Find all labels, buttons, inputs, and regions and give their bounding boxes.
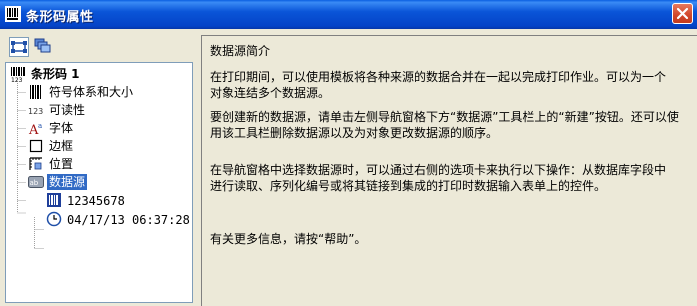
help-line: 要创建新的数据源，请单击左侧导航窗格下方“数据源”工具栏上的“新建”按钮。还可以… xyxy=(210,110,679,124)
data-source-abc-icon: ab xyxy=(28,176,44,188)
tree-item-label: 数据源 xyxy=(47,174,88,190)
close-button[interactable] xyxy=(672,3,693,24)
barcode-app-icon xyxy=(5,6,21,22)
help-line: 在打印期间，可以使用模板将各种来源的数据合并在一起以完成打印作业。可以为一个 xyxy=(210,70,667,84)
help-paragraph: 有关更多信息，请按“帮助”。 xyxy=(210,231,680,247)
tree-item-label: 字体 xyxy=(49,121,74,135)
window-title: 条形码属性 xyxy=(26,10,94,25)
font-icon: A a xyxy=(28,122,42,136)
help-pane: 数据源简介 在打印期间，可以使用模板将各种来源的数据合并在一起以完成打印作业。可… xyxy=(201,35,697,306)
view-toolbar xyxy=(5,35,193,61)
barcode-properties-dialog: 条形码属性 123 条形码 1 符号体系和大小 123 可读性 A a 字体 边… xyxy=(0,0,697,306)
svg-text:ab: ab xyxy=(30,179,39,187)
barcode-bars-icon xyxy=(30,85,41,99)
tree-item-label: 符号体系和大小 xyxy=(49,85,134,99)
help-paragraph: 在导航窗格中选择数据源时，可以通过右侧的选项卡来执行以下操作：从数据库字段中 进… xyxy=(210,162,680,194)
layers-view-button[interactable] xyxy=(33,37,53,57)
svg-text:123: 123 xyxy=(28,107,43,116)
help-line: 用该工具栏删除数据源以及为对象更改数据源的顺序。 xyxy=(210,126,499,140)
help-line: 对象连结多个数据源。 xyxy=(210,86,331,100)
help-paragraph: 在打印期间，可以使用模板将各种来源的数据合并在一起以完成打印作业。可以为一个 对… xyxy=(210,69,680,101)
help-title: 数据源简介 xyxy=(210,44,271,58)
object-tree[interactable]: 123 条形码 1 符号体系和大小 123 可读性 A a 字体 边框 位置 a… xyxy=(5,62,193,303)
constant-barcode-icon xyxy=(47,193,61,207)
position-ruler-icon xyxy=(29,157,42,170)
object-view-button[interactable] xyxy=(9,37,29,57)
data-source-label: 12345678 xyxy=(67,194,125,208)
close-icon xyxy=(676,7,689,20)
title-bar[interactable]: 条形码属性 xyxy=(0,0,697,29)
data-source-label: 04/17/13 06:37:28 xyxy=(67,213,190,227)
help-paragraph: 要创建新的数据源，请单击左侧导航窗格下方“数据源”工具栏上的“新建”按钮。还可以… xyxy=(210,109,680,141)
clock-icon xyxy=(46,211,62,227)
help-line: 在导航窗格中选择数据源时，可以通过右侧的选项卡来执行以下操作：从数据库字段中 xyxy=(210,163,667,177)
help-line: 进行读取、序列化编号或将其链接到集成的打印时数据输入表单上的控件。 xyxy=(210,179,607,193)
svg-text:a: a xyxy=(38,122,42,130)
resize-object-icon xyxy=(11,41,27,53)
border-box-icon xyxy=(29,139,43,153)
help-line: 有关更多信息，请按“帮助”。 xyxy=(210,232,367,246)
tree-item-label: 边框 xyxy=(49,139,74,153)
layers-icon xyxy=(34,38,51,53)
navigation-pane: 123 条形码 1 符号体系和大小 123 可读性 A a 字体 边框 位置 a… xyxy=(5,35,193,303)
tree-item-label: 可读性 xyxy=(49,103,86,117)
number-123-icon: 123 xyxy=(28,107,43,116)
tree-item-label: 位置 xyxy=(49,157,74,171)
